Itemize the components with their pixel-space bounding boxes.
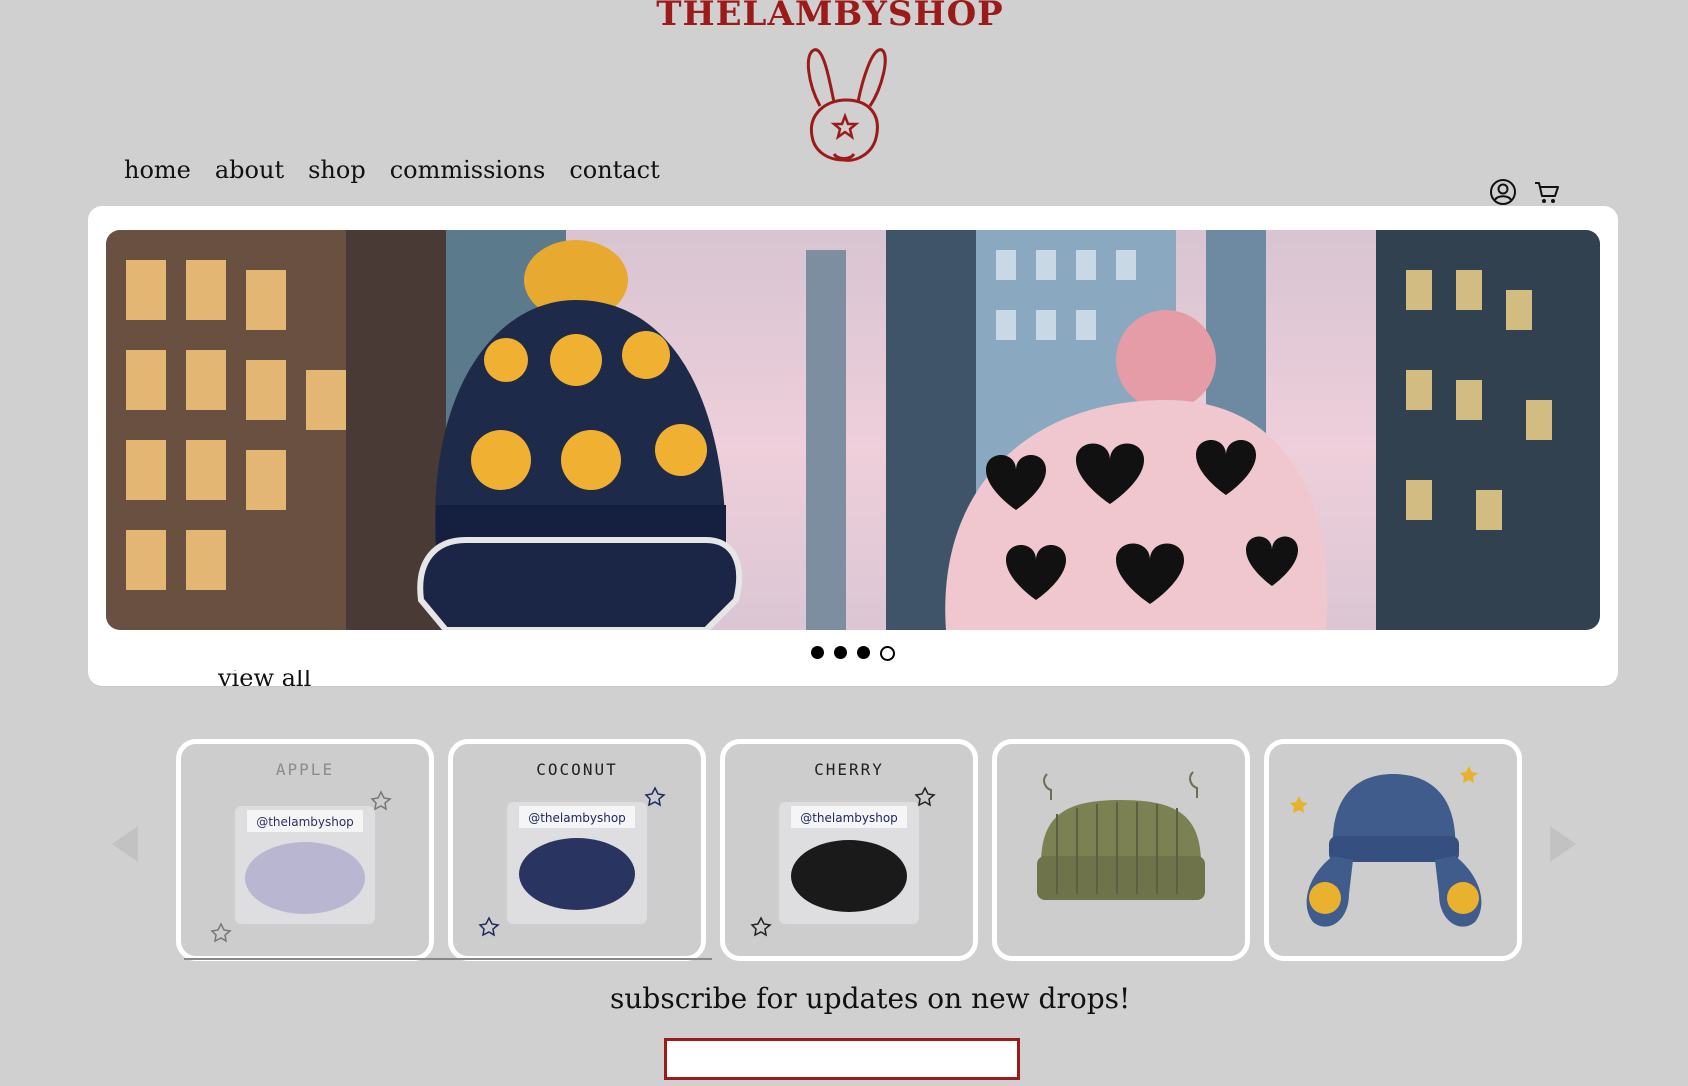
product-image-cherry: @thelambyshop — [750, 786, 936, 937]
carousel-scrollbar[interactable] — [184, 958, 712, 960]
hero-image[interactable] — [106, 230, 1600, 630]
shopping-cart-icon[interactable] — [1533, 178, 1561, 206]
subscribe-label: subscribe for updates on new drops! — [610, 981, 1131, 1015]
carousel-dot-1[interactable] — [811, 646, 824, 659]
user-circle-icon[interactable] — [1489, 178, 1517, 206]
nav-about[interactable]: about — [215, 156, 284, 184]
subscribe-row: subscribe for updates on new drops! — [596, 978, 1130, 1018]
view-all-link[interactable]: view all — [218, 670, 311, 686]
carousel-dot-4-active[interactable] — [880, 646, 895, 661]
nav-contact[interactable]: contact — [569, 156, 659, 184]
carousel-dots — [88, 646, 1618, 661]
product-image-green-beanie — [1037, 771, 1205, 900]
product-tag: @thelambyshop — [528, 811, 626, 825]
product-card-cherry[interactable]: CHERRY @thelambyshop — [720, 739, 978, 961]
subscribe-email-input[interactable] — [664, 1038, 1020, 1080]
product-image-blue-trapper — [1290, 766, 1482, 927]
product-tag: @thelambyshop — [800, 811, 898, 825]
product-tag: @thelambyshop — [256, 815, 354, 829]
product-card-coconut[interactable]: COCONUT @thelambyshop — [448, 739, 706, 961]
nav-shop[interactable]: shop — [308, 156, 366, 184]
page: THELAMBYSHOP home about shop commissions… — [0, 0, 1688, 1086]
product-card-apple[interactable]: APPLE @thelambyshop — [176, 739, 434, 961]
carousel-dot-2[interactable] — [834, 646, 847, 659]
main-nav: home about shop commissions contact — [124, 156, 660, 184]
carousel-next-arrow-icon[interactable] — [1550, 826, 1576, 862]
hero-carousel — [88, 206, 1618, 686]
brand-logo-text[interactable]: THELAMBYSHOP — [650, 0, 1010, 34]
product-card-blue-trapper[interactable] — [1264, 739, 1522, 961]
bunny-icon — [806, 48, 887, 162]
product-image-apple: @thelambyshop — [210, 790, 392, 943]
nav-home[interactable]: home — [124, 156, 191, 184]
product-card-green-beanie[interactable] — [992, 739, 1250, 961]
carousel-dot-3[interactable] — [857, 646, 870, 659]
product-carousel: APPLE @thelambyshop COCONUT @thelambysho… — [176, 739, 1522, 961]
carousel-prev-arrow-icon[interactable] — [112, 826, 138, 862]
nav-commissions[interactable]: commissions — [390, 156, 546, 184]
product-image-coconut: @thelambyshop — [478, 786, 666, 937]
